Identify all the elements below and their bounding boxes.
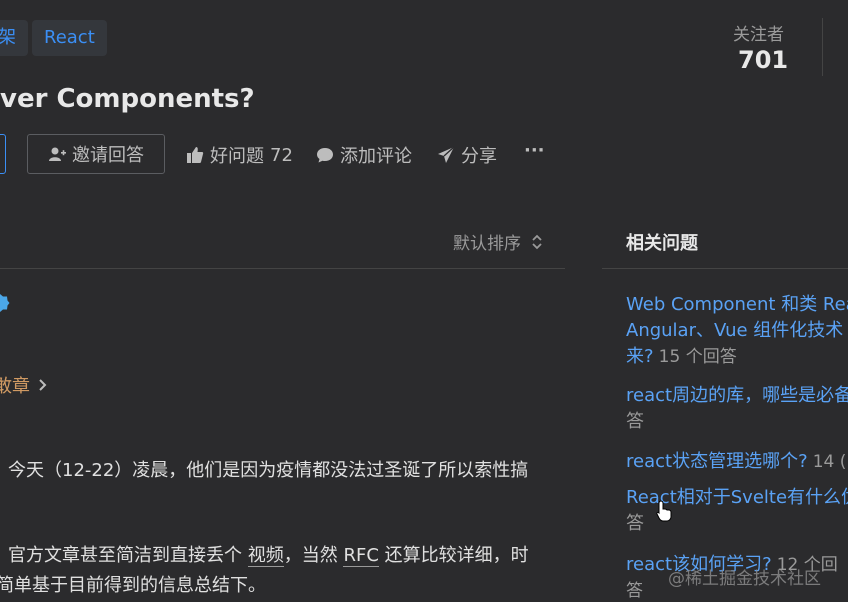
answer-paragraph-line2: 官方文章甚至简洁到直接丢个 视频，当然 RFC 还算比较详细，时 bbox=[8, 541, 529, 567]
share-button[interactable]: 分享 bbox=[437, 142, 497, 168]
add-comment-label: 添加评论 bbox=[340, 146, 412, 167]
answers-divider bbox=[0, 268, 565, 269]
topic-chip-react[interactable]: React bbox=[32, 20, 107, 56]
article-link[interactable]: 敢章 bbox=[0, 372, 48, 398]
related-question-text[interactable]: react周边的库，哪些是必备的 bbox=[626, 383, 848, 409]
stats-divider bbox=[822, 18, 823, 76]
topic-chip-framework[interactable]: 架 bbox=[0, 20, 28, 56]
invite-answer-button[interactable]: 邀请回答 bbox=[27, 134, 165, 174]
rfc-link[interactable]: RFC bbox=[343, 545, 379, 567]
related-question-1[interactable]: Web Component 和类 Reac Angular、Vue 组件化技术 … bbox=[626, 292, 848, 370]
chevron-right-icon bbox=[38, 378, 48, 392]
answer-count: 14 ( bbox=[812, 452, 847, 472]
invite-answer-label: 邀请回答 bbox=[72, 145, 144, 166]
watermark: @稀土掘金技术社区 bbox=[668, 569, 821, 589]
hand-cursor-icon bbox=[656, 500, 672, 522]
more-actions-button[interactable]: ··· bbox=[524, 140, 545, 161]
answer-count: 15 个回答 bbox=[658, 347, 737, 367]
share-label: 分享 bbox=[461, 146, 497, 167]
related-question-text[interactable]: react状态管理选哪个? bbox=[626, 451, 808, 472]
followers-label: 关注者 bbox=[733, 25, 784, 45]
article-link-label: 敢章 bbox=[0, 376, 30, 397]
video-link[interactable]: 视频 bbox=[247, 545, 284, 567]
question-title: ver Components? bbox=[0, 84, 255, 114]
followers-count: 701 bbox=[738, 46, 789, 74]
good-question-label: 好问题 bbox=[210, 146, 264, 167]
verified-badge-icon bbox=[0, 293, 10, 313]
comment-icon bbox=[316, 146, 334, 164]
related-question-2[interactable]: react周边的库，哪些是必备的 答 bbox=[626, 383, 848, 435]
paper-plane-icon bbox=[437, 146, 455, 164]
answer-text-segment: 官方文章甚至简洁到直接丢个 bbox=[8, 545, 242, 566]
sort-label: 默认排序 bbox=[453, 234, 521, 254]
answer-text-segment: 还算比较详细，时 bbox=[384, 545, 529, 566]
sort-dropdown[interactable]: 默认排序 bbox=[453, 229, 543, 254]
related-divider bbox=[602, 268, 848, 269]
related-question-3[interactable]: react状态管理选哪个? 14 ( bbox=[626, 447, 846, 473]
related-question-text[interactable]: 来? bbox=[626, 346, 654, 367]
related-questions-title: 相关问题 bbox=[626, 233, 698, 254]
answer-text-segment: ，当然 bbox=[283, 545, 338, 566]
add-user-icon bbox=[48, 146, 66, 162]
answer-paragraph-line3: 简单基于目前得到的信息总结下。 bbox=[0, 575, 266, 596]
write-answer-button[interactable] bbox=[0, 134, 6, 174]
more-icon: ··· bbox=[524, 140, 545, 161]
thumbs-up-icon bbox=[186, 146, 204, 164]
good-question-button[interactable]: 好问题 72 bbox=[186, 142, 293, 168]
related-question-text[interactable]: Web Component 和类 Reac bbox=[626, 292, 848, 318]
add-comment-button[interactable]: 添加评论 bbox=[316, 142, 412, 168]
good-question-count: 72 bbox=[270, 144, 293, 166]
related-question-text[interactable]: Angular、Vue 组件化技术 bbox=[626, 318, 848, 344]
answer-paragraph-line1: 今天（12-22）凌晨，他们是因为疫情都没法过圣诞了所以索性搞 bbox=[8, 460, 529, 481]
sort-chevrons-icon bbox=[531, 233, 543, 251]
answer-count: 答 bbox=[626, 411, 644, 432]
